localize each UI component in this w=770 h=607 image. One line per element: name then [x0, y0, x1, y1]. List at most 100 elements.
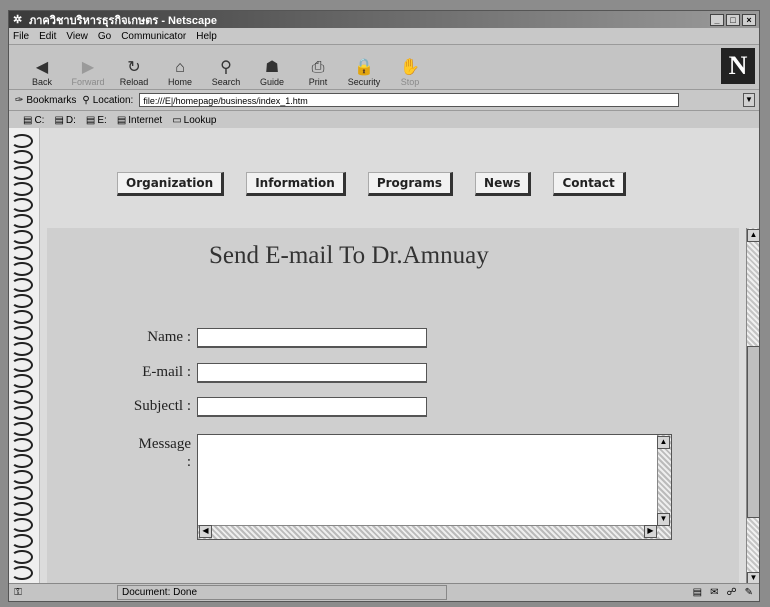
name-input[interactable]	[197, 328, 427, 348]
coil	[11, 214, 33, 228]
app-icon: ✲	[13, 13, 23, 26]
menu-file[interactable]: File	[13, 31, 29, 42]
personal-item-e[interactable]: ▤ E:	[86, 115, 107, 126]
coil	[11, 342, 33, 356]
bookmarks-label: Bookmarks	[26, 94, 77, 106]
nav-contact[interactable]: Contact	[553, 172, 626, 196]
coil	[11, 454, 33, 468]
url-dropdown-button[interactable]: ▼	[743, 93, 755, 107]
maximize-button[interactable]: □	[726, 13, 740, 26]
drive-icon: ▤	[23, 114, 33, 126]
print-icon: ⎙	[311, 59, 325, 76]
coil	[11, 534, 33, 548]
search-icon: ⚲	[220, 59, 232, 76]
message-label-colon: :	[186, 454, 191, 470]
coil	[11, 278, 33, 292]
stop-icon: ✋	[400, 59, 420, 76]
nav-news[interactable]: News	[475, 172, 532, 196]
menu-go[interactable]: Go	[98, 31, 111, 42]
guide-icon: ☗	[264, 59, 280, 76]
coil	[11, 246, 33, 260]
drive-icon: ▤	[54, 114, 64, 126]
personal-item-c[interactable]: ▤ C:	[23, 115, 44, 126]
coil	[11, 230, 33, 244]
title-bar: ✲ ภาควิชาบริหารธุรกิจเกษตร - Netscape _ …	[9, 11, 759, 28]
print-label: Print	[308, 77, 328, 87]
personal-item-label: Lookup	[183, 114, 217, 126]
coil	[11, 150, 33, 164]
url-input[interactable]: file:///E|/homepage/business/index_1.htm	[139, 93, 680, 107]
security-status-icon[interactable]: ⚿	[9, 587, 27, 598]
personal-item-label: E:	[97, 114, 107, 126]
email-form-frame: Send E-mail To Dr.Amnuay Name : E-mail :…	[47, 228, 739, 586]
message-label: Message	[138, 436, 192, 452]
lock-icon: 🔒	[354, 59, 374, 76]
print-button[interactable]: ⎙ Print	[297, 47, 339, 87]
menu-edit[interactable]: Edit	[39, 31, 56, 42]
coil	[11, 358, 33, 372]
forward-arrow-icon: ▶	[81, 59, 95, 76]
message-horizontal-scrollbar[interactable]	[198, 525, 658, 539]
composer-icon[interactable]: ✎	[745, 587, 753, 598]
nav-information[interactable]: Information	[246, 172, 346, 196]
email-input[interactable]	[197, 363, 427, 383]
menu-help[interactable]: Help	[196, 31, 217, 42]
scroll-up-button[interactable]: ▲	[657, 436, 670, 449]
location-bar: ✑ Bookmarks ⚲ Location: file:///E|/homep…	[9, 90, 759, 111]
navigator-icon[interactable]: ▤	[693, 587, 702, 598]
search-button[interactable]: ⚲ Search	[205, 47, 247, 87]
scroll-right-button[interactable]: ▶	[644, 525, 657, 538]
home-button[interactable]: ⌂ Home	[159, 47, 201, 87]
netscape-logo[interactable]: N	[721, 48, 755, 84]
nav-organization[interactable]: Organization	[117, 172, 225, 196]
coil	[11, 406, 33, 420]
coil	[11, 310, 33, 324]
menu-view[interactable]: View	[66, 31, 88, 42]
reload-label: Reload	[119, 77, 149, 87]
status-text: Document: Done	[117, 585, 447, 600]
page-vertical-scrollbar[interactable]: ▲ ▼	[746, 228, 759, 586]
coil	[11, 374, 33, 388]
subject-label: Subjectl :	[133, 398, 191, 414]
scroll-down-button[interactable]: ▼	[657, 513, 670, 526]
discussion-icon[interactable]: ☍	[726, 587, 736, 598]
personal-item-lookup[interactable]: ▭ Lookup	[172, 115, 216, 126]
page-scroll-thumb[interactable]	[747, 346, 759, 518]
page-proxy-icon[interactable]: ⚲	[82, 95, 89, 106]
coil	[11, 294, 33, 308]
stop-label: Stop	[400, 77, 420, 87]
coil	[11, 486, 33, 500]
close-button[interactable]: ×	[742, 13, 756, 26]
coil	[11, 198, 33, 212]
personal-item-label: Internet	[128, 114, 163, 126]
minimize-button[interactable]: _	[710, 13, 724, 26]
coil	[11, 182, 33, 196]
back-button[interactable]: ◀ Back	[21, 47, 63, 87]
coil	[11, 262, 33, 276]
forward-button[interactable]: ▶ Forward	[67, 47, 109, 87]
stop-button[interactable]: ✋ Stop	[389, 47, 431, 87]
guide-button[interactable]: ☗ Guide	[251, 47, 293, 87]
browser-window: ✲ ภาควิชาบริหารธุรกิจเกษตร - Netscape _ …	[8, 10, 760, 602]
bookmark-icon: ✑	[15, 94, 24, 106]
nav-programs[interactable]: Programs	[367, 172, 454, 196]
coil	[11, 390, 33, 404]
form-title: Send E-mail To Dr.Amnuay	[209, 242, 489, 269]
message-textarea[interactable]: ▲ ▼ ◀ ▶	[197, 434, 672, 540]
menu-communicator[interactable]: Communicator	[121, 31, 186, 42]
personal-item-d[interactable]: ▤ D:	[54, 115, 75, 126]
subject-input[interactable]	[197, 397, 427, 417]
reload-button[interactable]: ↻ Reload	[113, 47, 155, 87]
personal-item-internet[interactable]: ▤ Internet	[117, 115, 162, 126]
security-button[interactable]: 🔒 Security	[343, 47, 385, 87]
window-title: ภาควิชาบริหารธุรกิจเกษตร - Netscape	[29, 14, 217, 27]
home-label: Home	[167, 77, 192, 87]
coil	[11, 502, 33, 516]
mail-icon[interactable]: ✉	[710, 587, 718, 598]
back-label: Back	[31, 77, 52, 87]
page-scroll-up-button[interactable]: ▲	[747, 229, 759, 242]
personal-item-label: D:	[65, 114, 76, 126]
bookmarks-button[interactable]: ✑ Bookmarks	[15, 95, 76, 106]
coil	[11, 422, 33, 436]
scroll-left-button[interactable]: ◀	[199, 525, 212, 538]
